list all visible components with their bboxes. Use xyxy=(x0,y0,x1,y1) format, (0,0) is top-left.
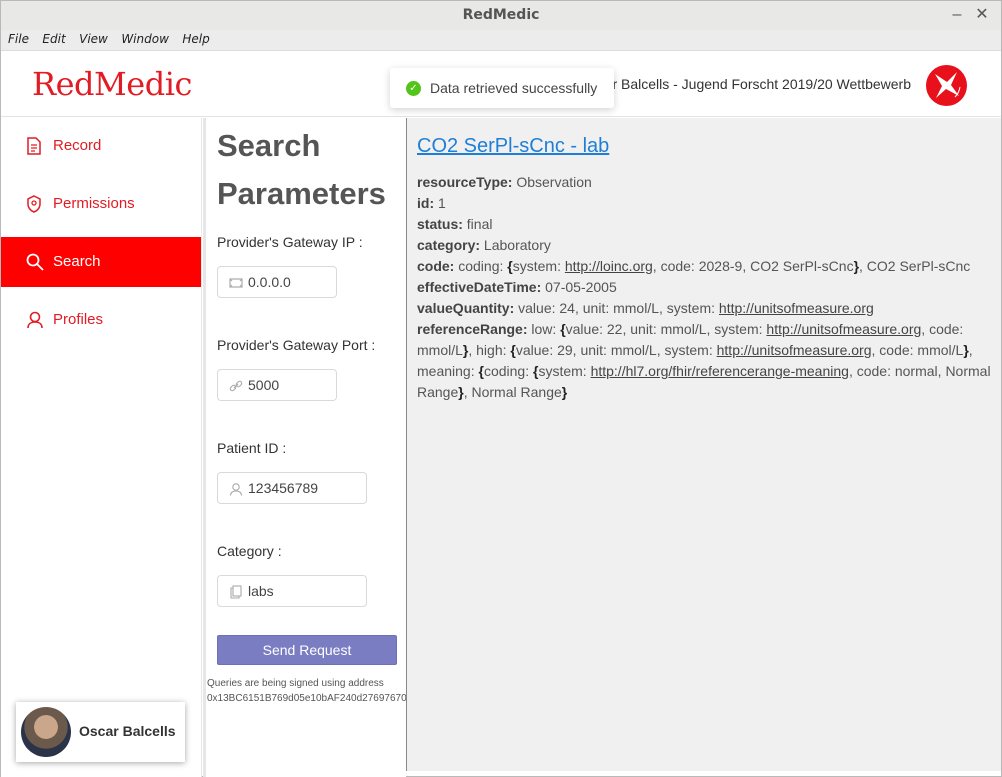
menu-view[interactable]: View xyxy=(79,30,108,49)
user-profile-card[interactable]: Oscar Balcells xyxy=(16,702,185,762)
units-link[interactable]: http://unitsofmeasure.org xyxy=(717,342,872,358)
send-request-button[interactable]: Send Request xyxy=(217,635,397,665)
signing-address-note: Queries are being signed using address 0… xyxy=(207,676,409,706)
prop-id: id: 1 xyxy=(417,195,446,211)
avatar xyxy=(21,707,71,757)
jugend-forscht-logo-icon xyxy=(926,65,967,106)
units-link[interactable]: http://unitsofmeasure.org xyxy=(719,300,874,316)
sidebar-item-label: Record xyxy=(53,137,102,154)
category-input[interactable]: labs xyxy=(217,575,367,607)
success-toast: ✓ Data retrieved successfully xyxy=(390,68,614,108)
patient-id-label: Patient ID : xyxy=(217,440,287,456)
close-button[interactable]: ✕ xyxy=(972,1,992,30)
result-panel: CO2 SerPl-sCnc - lab resourceType: Obser… xyxy=(406,118,1001,771)
link-icon xyxy=(229,379,243,393)
sidebar-item-label: Permissions xyxy=(53,195,135,212)
sidebar: Record Permissions Search Profiles Oscar… xyxy=(1,118,202,777)
gateway-ip-label: Provider's Gateway IP : xyxy=(217,234,363,250)
signing-note-text: Queries are being signed using address xyxy=(207,678,384,689)
minimize-button[interactable]: – xyxy=(947,1,967,30)
patient-id-input[interactable]: 123456789 xyxy=(217,472,367,504)
menu-file[interactable]: File xyxy=(8,30,29,49)
header-subtitle: r Balcells - Jugend Forscht 2019/20 Wett… xyxy=(612,76,911,92)
gateway-ip-value: 0.0.0.0 xyxy=(248,274,291,290)
sidebar-item-permissions[interactable]: Permissions xyxy=(1,179,201,229)
check-circle-icon: ✓ xyxy=(406,81,421,96)
user-icon xyxy=(229,482,243,496)
sidebar-item-label: Profiles xyxy=(53,311,104,328)
prop-category: category: Laboratory xyxy=(417,237,551,253)
window-title: RedMedic xyxy=(462,7,540,23)
app-window: RedMedic – ✕ File Edit View Window Help … xyxy=(0,0,1002,777)
gateway-port-input[interactable]: 5000 xyxy=(217,369,337,401)
prop-reference-range: referenceRange: low: {value: 22, unit: m… xyxy=(417,321,991,400)
gateway-port-label: Provider's Gateway Port : xyxy=(217,337,376,353)
sidebar-item-search[interactable]: Search xyxy=(1,237,201,287)
prop-status: status: final xyxy=(417,216,493,232)
result-properties: resourceType: Observation id: 1 status: … xyxy=(417,172,997,403)
menu-edit[interactable]: Edit xyxy=(42,30,65,49)
copy-icon xyxy=(229,585,243,599)
file-icon xyxy=(26,137,44,155)
gateway-ip-input[interactable]: 0.0.0.0 xyxy=(217,266,337,298)
menu-bar: File Edit View Window Help xyxy=(1,30,1001,51)
prop-resource-type: resourceType: Observation xyxy=(417,174,592,190)
result-title-link[interactable]: CO2 SerPl-sCnc - lab xyxy=(417,135,609,158)
patient-id-value: 123456789 xyxy=(248,480,319,496)
category-value: labs xyxy=(248,583,274,599)
prop-value-quantity: valueQuantity: value: 24, unit: mmol/L, … xyxy=(417,300,874,316)
hl7-link[interactable]: http://hl7.org/fhir/referencerange-meani… xyxy=(591,363,849,379)
title-bar[interactable]: RedMedic – ✕ xyxy=(1,1,1001,30)
units-link[interactable]: http://unitsofmeasure.org xyxy=(766,321,921,337)
page-title: Search Parameters xyxy=(217,128,386,211)
loinc-link[interactable]: http://loinc.org xyxy=(565,258,653,274)
prop-effective-date: effectiveDateTime: 07-05-2005 xyxy=(417,279,617,295)
sidebar-item-label: Search xyxy=(53,253,101,270)
prop-code: code: coding: {system: http://loinc.org,… xyxy=(417,258,971,274)
user-name: Oscar Balcells xyxy=(79,723,176,739)
user-icon xyxy=(26,311,44,329)
search-icon xyxy=(26,253,44,271)
menu-window[interactable]: Window xyxy=(121,30,169,49)
category-label: Category : xyxy=(217,543,282,559)
app-logo: RedMedic xyxy=(32,65,192,103)
ip-icon xyxy=(229,276,243,290)
gateway-port-value: 5000 xyxy=(248,377,280,393)
search-panel: Search Parameters Provider's Gateway IP … xyxy=(203,118,409,777)
signing-address: 0x13BC6151B769d05e10bAF240d27697670 xyxy=(207,693,407,704)
shield-icon xyxy=(26,195,44,213)
menu-help[interactable]: Help xyxy=(182,30,209,49)
toast-message: Data retrieved successfully xyxy=(430,80,598,96)
sidebar-item-profiles[interactable]: Profiles xyxy=(1,295,201,345)
sidebar-item-record[interactable]: Record xyxy=(1,121,201,171)
